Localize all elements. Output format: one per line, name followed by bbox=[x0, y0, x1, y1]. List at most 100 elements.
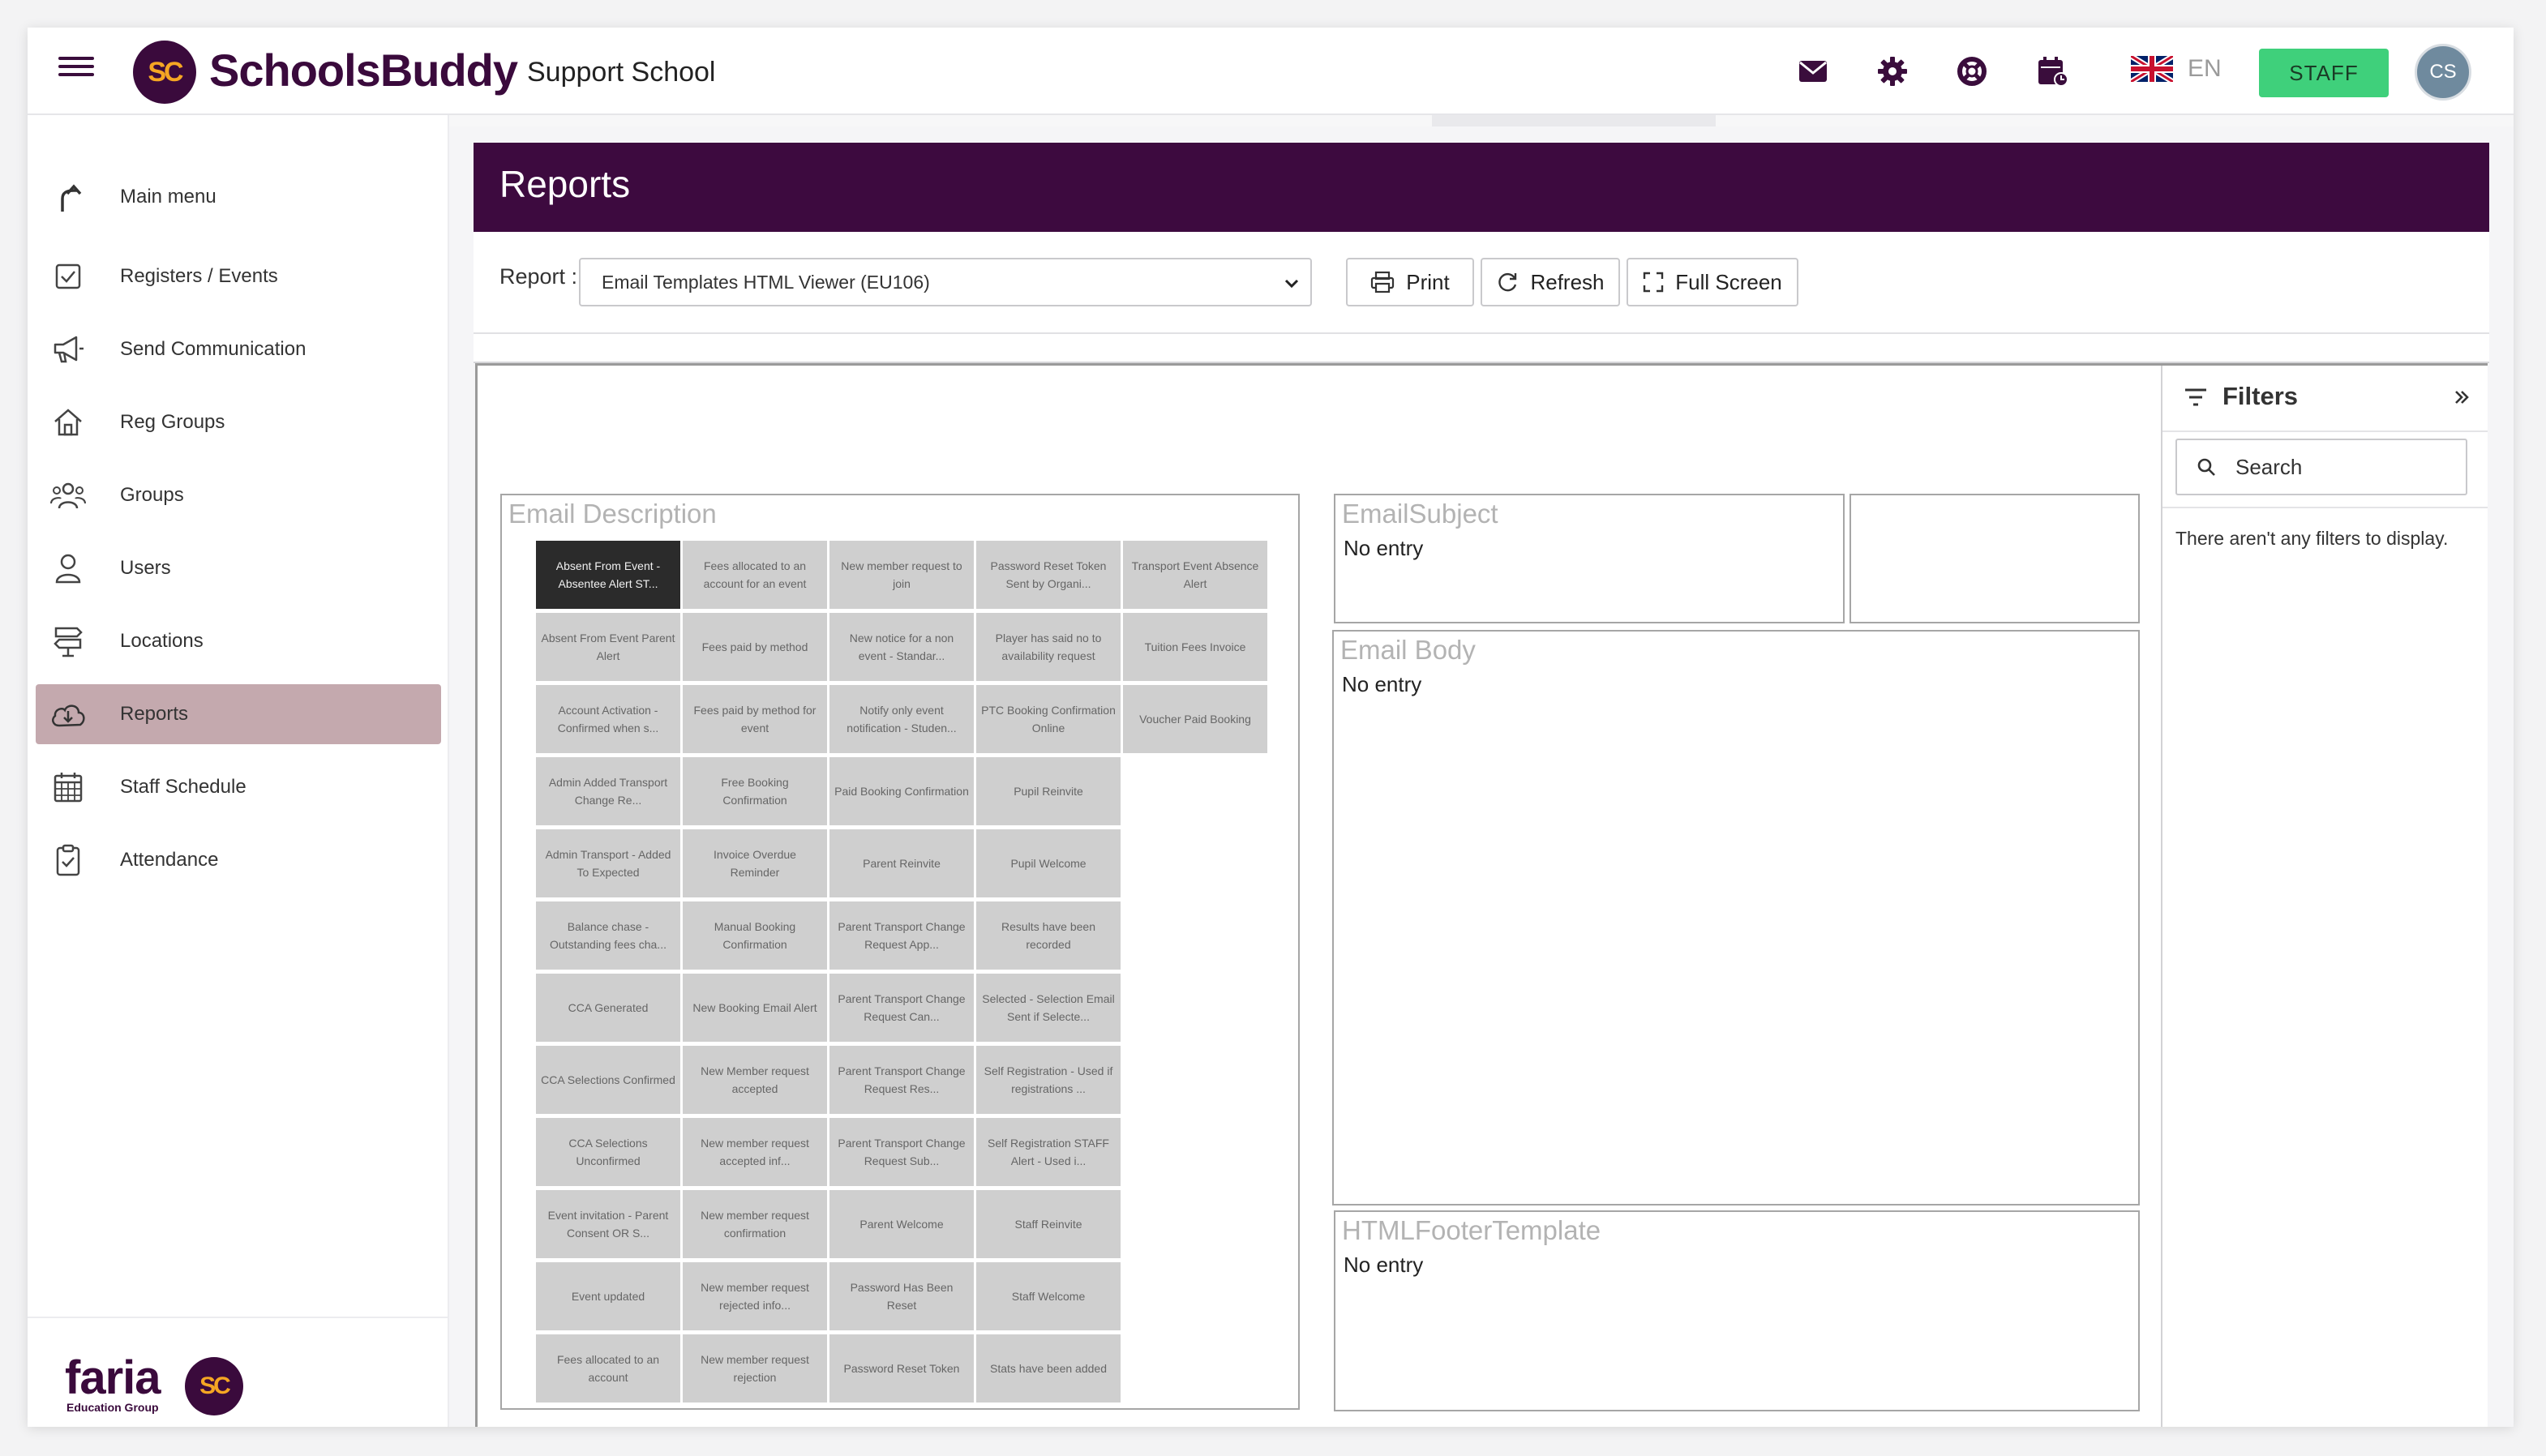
lifebuoy-icon[interactable] bbox=[1952, 52, 1991, 91]
email-template-tile[interactable]: Voucher Paid Booking bbox=[1123, 685, 1267, 753]
email-description-panel: Email Description Absent From Event - Ab… bbox=[500, 494, 1300, 1410]
collapse-double-chevron-icon[interactable] bbox=[2453, 388, 2471, 410]
gear-icon[interactable] bbox=[1873, 52, 1912, 91]
toolbar-divider bbox=[474, 334, 2489, 363]
sidebar-item-attendance[interactable]: Attendance bbox=[36, 830, 441, 890]
email-template-tile[interactable]: Parent Transport Change Request Sub... bbox=[829, 1118, 974, 1186]
search-icon bbox=[2197, 458, 2215, 476]
full-screen-button[interactable]: Full Screen bbox=[1627, 258, 1798, 306]
report-viewer: Email Description Absent From Event - Ab… bbox=[475, 363, 2488, 1427]
email-template-tile[interactable]: Fees allocated to an account for an even… bbox=[683, 541, 827, 609]
sidebar-item-groups[interactable]: Groups bbox=[36, 465, 441, 525]
report-canvas: Email Description Absent From Event - Ab… bbox=[478, 366, 2161, 1427]
sidebar-item-label: Main menu bbox=[120, 186, 216, 208]
sidebar-item-staff-schedule[interactable]: Staff Schedule bbox=[36, 757, 441, 817]
print-button[interactable]: Print bbox=[1346, 258, 1474, 306]
email-subject-extra-panel bbox=[1849, 494, 2140, 623]
sidebar-item-label: Groups bbox=[120, 484, 184, 506]
email-template-tile[interactable]: Parent Reinvite bbox=[829, 829, 974, 897]
sidebar-item-users[interactable]: Users bbox=[36, 538, 441, 598]
email-template-tile[interactable]: Transport Event Absence Alert bbox=[1123, 541, 1267, 609]
email-template-tile[interactable]: Self Registration - Used if registration… bbox=[976, 1046, 1121, 1114]
email-template-tile[interactable]: New member request accepted inf... bbox=[683, 1118, 827, 1186]
refresh-button[interactable]: Refresh bbox=[1481, 258, 1620, 306]
printer-icon bbox=[1371, 271, 1395, 293]
chevron-down-icon bbox=[1281, 272, 1302, 298]
email-template-tile[interactable]: Admin Added Transport Change Re... bbox=[536, 757, 680, 825]
email-template-tile[interactable]: Staff Reinvite bbox=[976, 1190, 1121, 1258]
email-template-tile[interactable]: Parent Welcome bbox=[829, 1190, 974, 1258]
email-template-tile[interactable]: Fees allocated to an account bbox=[536, 1334, 680, 1402]
hamburger-menu-icon[interactable] bbox=[58, 52, 94, 88]
user-icon bbox=[49, 549, 88, 588]
email-template-tile[interactable]: Parent Transport Change Request Can... bbox=[829, 974, 974, 1042]
brand-name[interactable]: SchoolsBuddy bbox=[209, 44, 518, 96]
schoolsbuddy-logo[interactable]: SC bbox=[133, 41, 196, 104]
email-template-tile[interactable]: Staff Welcome bbox=[976, 1262, 1121, 1330]
filters-search-input[interactable]: Search bbox=[2175, 439, 2467, 495]
email-template-tile[interactable]: Admin Transport - Added To Expected bbox=[536, 829, 680, 897]
email-template-tile[interactable]: Parent Transport Change Request Res... bbox=[829, 1046, 974, 1114]
email-template-tile[interactable]: Results have been recorded bbox=[976, 901, 1121, 970]
report-select[interactable]: Email Templates HTML Viewer (EU106) bbox=[579, 258, 1312, 306]
avatar[interactable]: CS bbox=[2415, 44, 2471, 101]
email-template-tile[interactable]: Password Reset Token bbox=[829, 1334, 974, 1402]
email-template-tile[interactable]: New Booking Email Alert bbox=[683, 974, 827, 1042]
language-code: EN bbox=[2188, 55, 2222, 82]
email-template-tile[interactable]: Absent From Event Parent Alert bbox=[536, 613, 680, 681]
email-template-tile[interactable]: Invoice Overdue Reminder bbox=[683, 829, 827, 897]
language-selector[interactable]: EN bbox=[2131, 55, 2222, 83]
email-template-tile[interactable]: Notify only event notification - Studen.… bbox=[829, 685, 974, 753]
email-template-tile[interactable]: New member request confirmation bbox=[683, 1190, 827, 1258]
email-template-tile[interactable]: PTC Booking Confirmation Online bbox=[976, 685, 1121, 753]
report-toolbar: Report : Email Templates HTML Viewer (EU… bbox=[474, 232, 2489, 334]
email-template-tile[interactable]: Player has said no to availability reque… bbox=[976, 613, 1121, 681]
full-screen-label: Full Screen bbox=[1675, 269, 1782, 294]
email-template-tile[interactable]: Password Reset Token Sent by Organi... bbox=[976, 541, 1121, 609]
app-window: SC SchoolsBuddy Support School EN STAFF … bbox=[28, 28, 2514, 1427]
email-template-tile[interactable]: Manual Booking Confirmation bbox=[683, 901, 827, 970]
email-template-tile[interactable]: Event invitation - Parent Consent OR S..… bbox=[536, 1190, 680, 1258]
email-template-tile[interactable]: New notice for a non event - Standar... bbox=[829, 613, 974, 681]
email-template-tile[interactable]: New member request to join bbox=[829, 541, 974, 609]
email-template-tile[interactable]: Fees paid by method bbox=[683, 613, 827, 681]
email-template-tile[interactable]: Pupil Reinvite bbox=[976, 757, 1121, 825]
email-template-tile[interactable]: Event updated bbox=[536, 1262, 680, 1330]
email-template-tile[interactable]: New member request rejection bbox=[683, 1334, 827, 1402]
email-template-tile[interactable]: Absent From Event - Absentee Alert ST... bbox=[536, 541, 680, 609]
sidebar-item-locations[interactable]: Locations bbox=[36, 611, 441, 671]
email-template-tile[interactable]: Self Registration STAFF Alert - Used i..… bbox=[976, 1118, 1121, 1186]
email-template-tile[interactable]: CCA Generated bbox=[536, 974, 680, 1042]
staff-role-button[interactable]: STAFF bbox=[2259, 49, 2389, 97]
email-template-tile[interactable]: Fees paid by method for event bbox=[683, 685, 827, 753]
calendar-clock-icon[interactable] bbox=[2034, 52, 2072, 91]
email-template-tile[interactable]: Stats have been added bbox=[976, 1334, 1121, 1402]
html-footer-panel: HTMLFooterTemplate No entry bbox=[1334, 1210, 2140, 1411]
email-template-tile[interactable]: Parent Transport Change Request App... bbox=[829, 901, 974, 970]
logo-initials: SC bbox=[148, 56, 183, 88]
sidebar-item-reports[interactable]: Reports bbox=[36, 684, 441, 744]
email-template-tile[interactable]: Balance chase - Outstanding fees cha... bbox=[536, 901, 680, 970]
email-template-tile[interactable]: New Member request accepted bbox=[683, 1046, 827, 1114]
email-template-tile[interactable]: Password Has Been Reset bbox=[829, 1262, 974, 1330]
email-template-tile[interactable]: Free Booking Confirmation bbox=[683, 757, 827, 825]
people-icon bbox=[49, 476, 88, 515]
filters-panel: Filters Search There aren't any filters … bbox=[2161, 366, 2488, 1427]
sidebar-item-registers-events[interactable]: Registers / Events bbox=[36, 246, 441, 306]
refresh-label: Refresh bbox=[1530, 269, 1605, 294]
schoolsbuddy-footer-logo: SC bbox=[185, 1357, 243, 1415]
sidebar-item-send-communication[interactable]: Send Communication bbox=[36, 319, 441, 379]
sidebar-item-main-menu[interactable]: Main menu bbox=[36, 167, 441, 227]
sidebar-item-reg-groups[interactable]: Reg Groups bbox=[36, 392, 441, 452]
sidebar-item-label: Staff Schedule bbox=[120, 776, 246, 798]
envelope-icon[interactable] bbox=[1794, 52, 1832, 91]
email-template-tile[interactable]: Selected - Selection Email Sent if Selec… bbox=[976, 974, 1121, 1042]
email-template-tile[interactable]: New member request rejected info... bbox=[683, 1262, 827, 1330]
email-template-tile[interactable]: Account Activation - Confirmed when s... bbox=[536, 685, 680, 753]
email-template-tile[interactable]: Paid Booking Confirmation bbox=[829, 757, 974, 825]
email-template-tile[interactable]: CCA Selections Unconfirmed bbox=[536, 1118, 680, 1186]
email-template-tile[interactable]: Pupil Welcome bbox=[976, 829, 1121, 897]
school-name: Support School bbox=[527, 57, 716, 88]
email-template-tile[interactable]: Tuition Fees Invoice bbox=[1123, 613, 1267, 681]
email-template-tile[interactable]: CCA Selections Confirmed bbox=[536, 1046, 680, 1114]
